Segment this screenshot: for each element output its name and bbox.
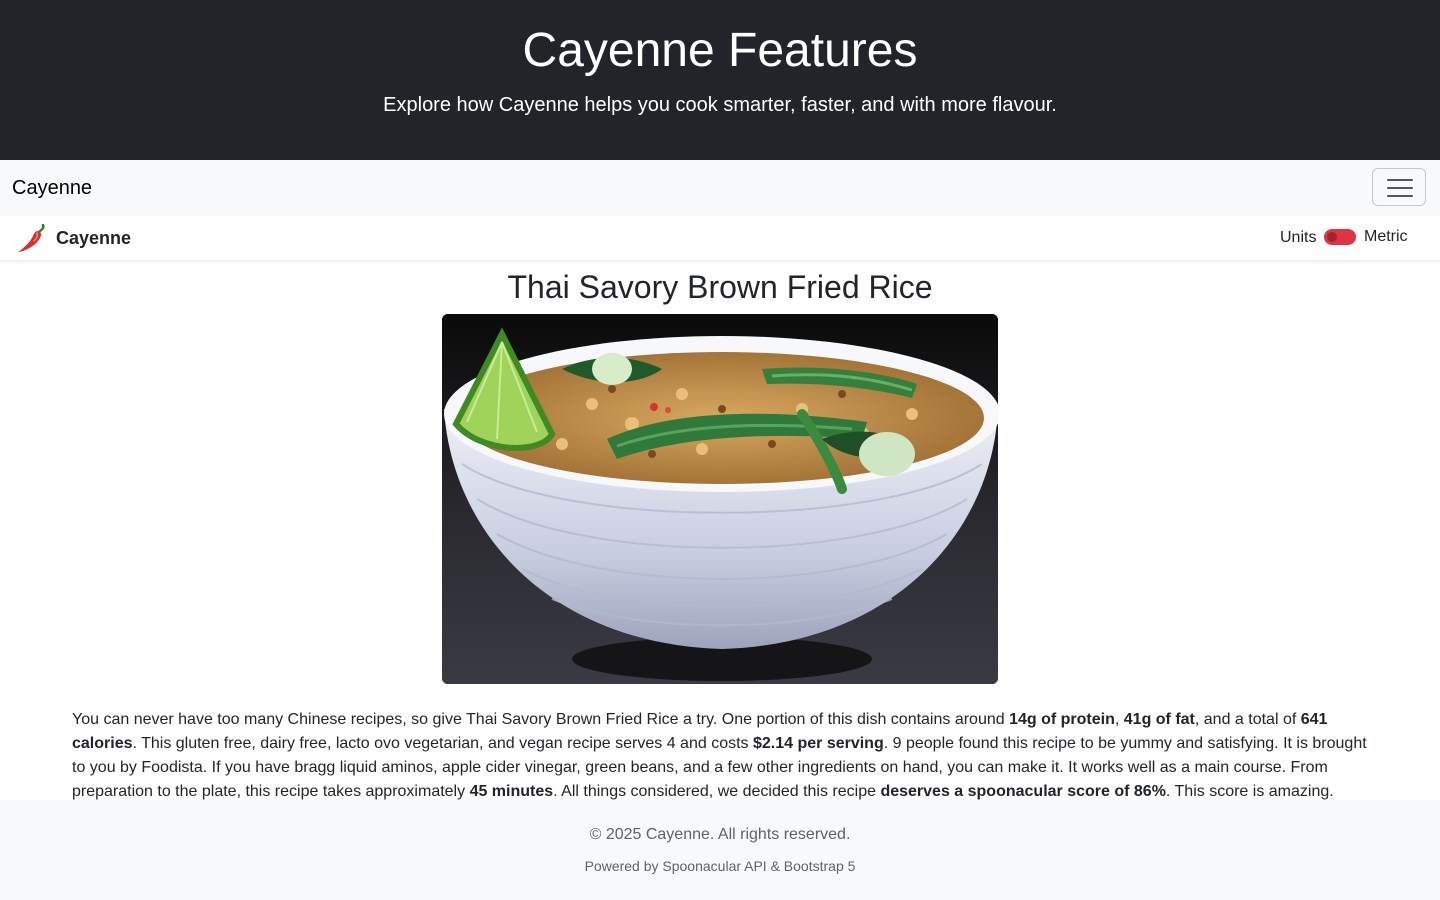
navbar-toggler-button[interactable] [1372,168,1426,206]
spoonacular-score: deserves a spoonacular score of 86% [880,783,1166,800]
units-label: Units [1280,229,1317,246]
recipe-title: Thai Savory Brown Fried Rice [507,269,933,305]
metric-label: Metric [1364,228,1408,245]
top-navbar: Cayenne [0,160,1440,216]
navbar-brand-link[interactable]: Cayenne [12,174,92,202]
switch-knob [1327,232,1337,242]
chili-pepper-icon [18,224,45,252]
page-footer: © 2025 Cayenne. All rights reserved. Pow… [0,800,1440,900]
hero-subtitle: Explore how Cayenne helps you cook smart… [383,94,1057,116]
footer-powered-by: Powered by Spoonacular API & Bootstrap 5 [584,858,856,874]
price-per-serving: $2.14 per serving [752,735,884,752]
fat-amount: 41g of fat [1123,711,1195,728]
ready-time: 45 minutes [469,783,554,800]
subnav-brand-link[interactable]: Cayenne [56,226,131,250]
footer-copyright: © 2025 Cayenne. All rights reserved. [589,826,851,843]
sub-navbar [0,216,1440,260]
protein-amount: 14g of protein [1009,711,1115,728]
recipe-image [442,314,998,684]
recipe-summary: You can never have too many Chinese reci… [72,711,1367,800]
hero-banner: Cayenne Features Explore how Cayenne hel… [0,0,1440,160]
hero-title: Cayenne Features [522,24,918,77]
units-toggle-switch[interactable] [1324,229,1356,245]
